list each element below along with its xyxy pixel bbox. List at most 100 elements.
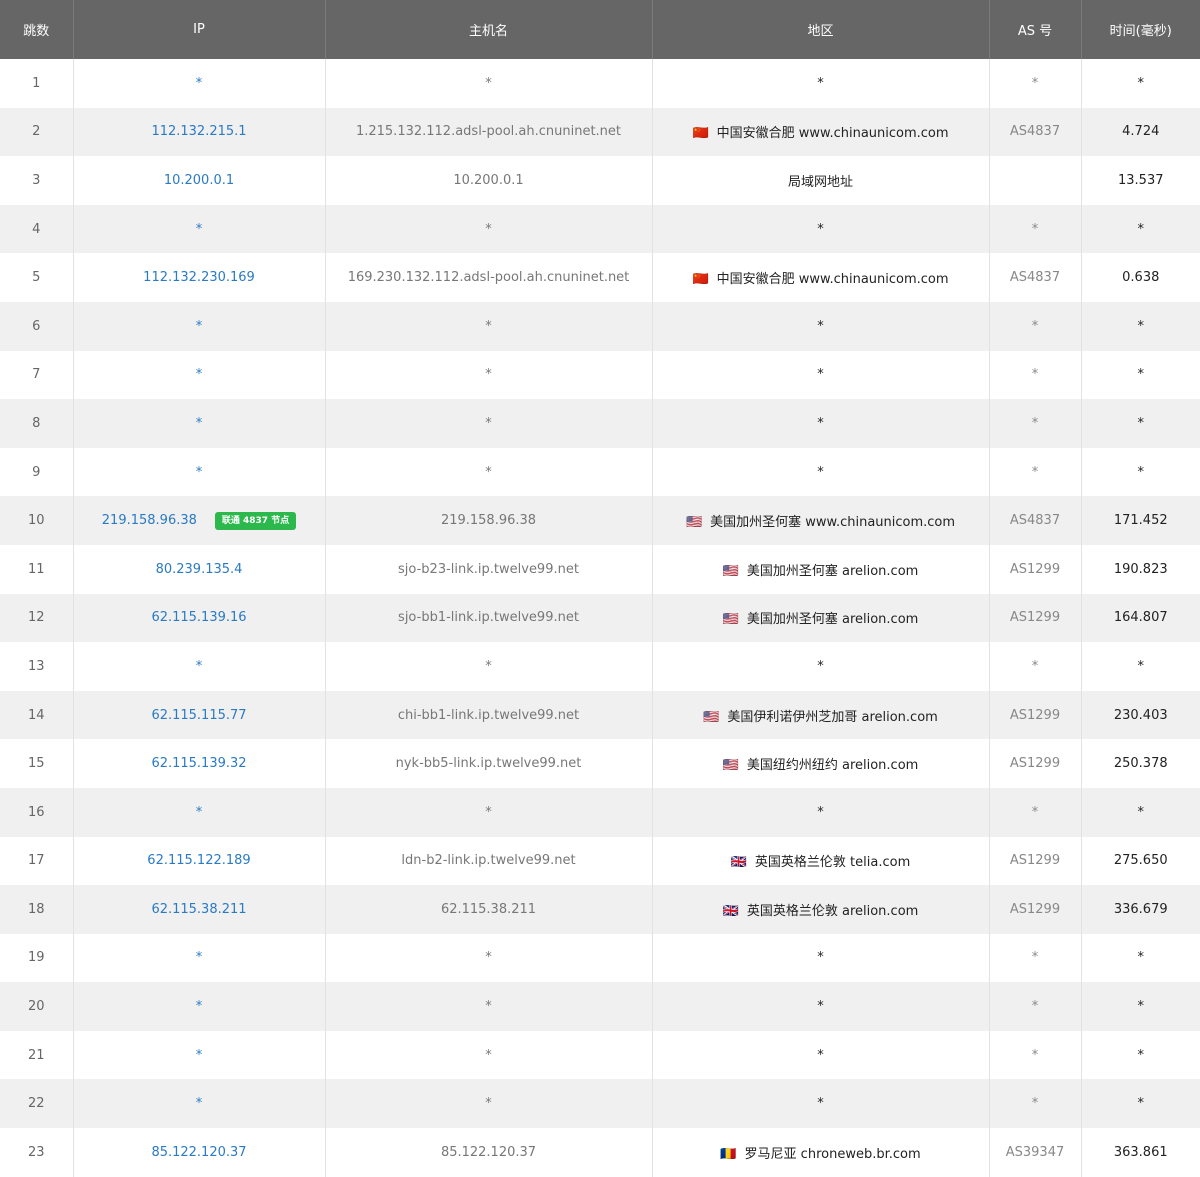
hop-cell: 13 (0, 642, 74, 691)
header-region[interactable]: 地区 (652, 0, 990, 59)
region-text: 美国加州圣何塞 www.chinaunicom.com (710, 515, 956, 531)
region-cell: * (652, 204, 990, 254)
as-cell: * (989, 1079, 1082, 1129)
header-as[interactable]: AS 号 (989, 0, 1082, 59)
ip-link[interactable]: * (196, 367, 203, 382)
region-cell: * (652, 447, 990, 497)
region-cell: 🇨🇳 中国安徽合肥 www.chinaunicom.com (652, 107, 990, 157)
ip-link[interactable]: * (196, 999, 203, 1014)
hostname-cell: 1.215.132.112.adsl-pool.ah.cnuninet.net (325, 107, 653, 157)
ip-wrap: 219.158.96.38 联通 4837 节点 (102, 511, 297, 530)
time-cell: 4.724 (1122, 124, 1160, 140)
table-row: 16 * * * * * (0, 787, 1200, 837)
ip-wrap: 112.132.215.1 (151, 124, 246, 139)
region-text: * (817, 658, 824, 674)
time-cell: * (1137, 804, 1145, 820)
table-row: 9 * * * * * (0, 447, 1200, 497)
ip-cell: 85.122.120.37 (73, 1128, 326, 1177)
ip-link[interactable]: * (196, 319, 203, 334)
ip-link[interactable]: * (196, 416, 203, 431)
region-cell: 🇺🇸 美国加州圣何塞 www.chinaunicom.com (652, 496, 990, 545)
region-text: 美国伊利诺伊州芝加哥 arelion.com (727, 709, 938, 725)
ip-link[interactable]: * (196, 1048, 203, 1063)
node-badge: 联通 4837 节点 (214, 511, 297, 530)
header-host[interactable]: 主机名 (325, 0, 653, 59)
ip-link[interactable]: * (196, 805, 203, 820)
ip-link[interactable]: 62.115.38.211 (151, 902, 246, 917)
ip-wrap: 62.115.38.211 (151, 902, 246, 917)
as-cell (989, 156, 1082, 205)
hop-cell: 12 (0, 593, 74, 643)
region-text: * (817, 1096, 824, 1112)
as-cell: AS1299 (989, 593, 1082, 643)
hostname-cell: * (325, 933, 653, 983)
ip-link[interactable]: 62.115.139.32 (151, 756, 246, 771)
hop-cell: 15 (0, 739, 74, 788)
ip-link[interactable]: 62.115.139.16 (151, 610, 246, 625)
hostname-cell: * (325, 301, 653, 351)
table-row: 18 62.115.38.211 62.115.38.211 🇬🇧 英国英格兰伦敦 ar… (0, 885, 1200, 934)
header-hop[interactable]: 跳数 (0, 0, 74, 59)
hostname-cell: sjo-b23-link.ip.twelve99.net (325, 544, 653, 594)
hop-cell: 21 (0, 1030, 74, 1080)
ip-cell: 112.132.215.1 (73, 107, 326, 157)
traceroute-table: 跳数 IP 主机名 地区 AS 号 时间(毫秒) 1 * * * * * 2 112.132.… (0, 0, 1200, 1177)
region-cell: 🇺🇸 美国加州圣何塞 arelion.com (652, 593, 990, 643)
hostname-cell: * (325, 787, 653, 837)
ip-link[interactable]: * (196, 465, 203, 480)
ip-link[interactable]: * (196, 950, 203, 965)
table-row: 12 62.115.139.16 sjo-bb1-link.ip.twelve99.… (0, 593, 1200, 643)
hop-cell: 18 (0, 885, 74, 934)
ip-link[interactable]: * (196, 222, 203, 237)
time-cell: 363.861 (1113, 1144, 1168, 1160)
hop-cell: 5 (0, 253, 74, 302)
ip-cell: * (73, 204, 326, 254)
ip-link[interactable]: 219.158.96.38 (102, 513, 197, 528)
ip-link[interactable]: * (196, 1096, 203, 1111)
ip-link[interactable]: 112.132.230.169 (143, 270, 255, 285)
time-cell: * (1137, 318, 1145, 334)
ip-wrap: 85.122.120.37 (151, 1145, 246, 1160)
time-cell: * (1137, 75, 1145, 91)
time-cell: * (1137, 415, 1145, 431)
ip-link[interactable]: 10.200.0.1 (164, 173, 234, 188)
ip-link[interactable]: 112.132.215.1 (151, 124, 246, 139)
hop-cell: 23 (0, 1128, 74, 1177)
region-text: 英国英格兰伦敦 telia.com (754, 855, 911, 871)
region-cell: 局域网地址 (652, 156, 990, 205)
table-row: 6 * * * * * (0, 301, 1200, 351)
header-ip[interactable]: IP (73, 0, 326, 59)
ip-wrap: * (196, 1096, 203, 1111)
hostname-cell: 62.115.38.211 (325, 885, 653, 934)
ip-cell: * (73, 301, 326, 351)
ip-wrap: * (196, 805, 203, 820)
header-time[interactable]: 时间(毫秒) (1081, 0, 1200, 59)
table-row: 7 * * * * * (0, 350, 1200, 400)
region-text: * (817, 415, 824, 431)
ip-cell: * (73, 1030, 326, 1080)
time-cell: 164.807 (1113, 610, 1168, 626)
ip-link[interactable]: 62.115.122.189 (147, 853, 250, 868)
region-text: 中国安徽合肥 www.chinaunicom.com (716, 126, 949, 142)
hostname-cell: 10.200.0.1 (325, 156, 653, 205)
time-cell: 190.823 (1113, 561, 1168, 577)
region-cell: * (652, 787, 990, 837)
ip-cell: 112.132.230.169 (73, 253, 326, 302)
ip-link[interactable]: 80.239.135.4 (156, 562, 243, 577)
ip-cell: 10.200.0.1 (73, 156, 326, 205)
ip-link[interactable]: 85.122.120.37 (151, 1145, 246, 1160)
ip-link[interactable]: * (196, 659, 203, 674)
as-cell: AS4837 (989, 253, 1082, 302)
time-cell: 171.452 (1113, 513, 1168, 529)
time-cell: * (1137, 464, 1145, 480)
hop-cell: 1 (0, 59, 74, 108)
ip-link[interactable]: * (196, 76, 203, 91)
country-flag-icon: 🇬🇧 (722, 903, 739, 919)
ip-link[interactable]: 62.115.115.77 (151, 708, 246, 723)
as-cell: AS1299 (989, 836, 1082, 886)
country-flag-icon: 🇬🇧 (730, 855, 747, 871)
ip-cell: * (73, 59, 326, 108)
as-cell: * (989, 301, 1082, 351)
time-cell: 13.537 (1118, 172, 1164, 188)
region-cell: 🇨🇳 中国安徽合肥 www.chinaunicom.com (652, 253, 990, 302)
